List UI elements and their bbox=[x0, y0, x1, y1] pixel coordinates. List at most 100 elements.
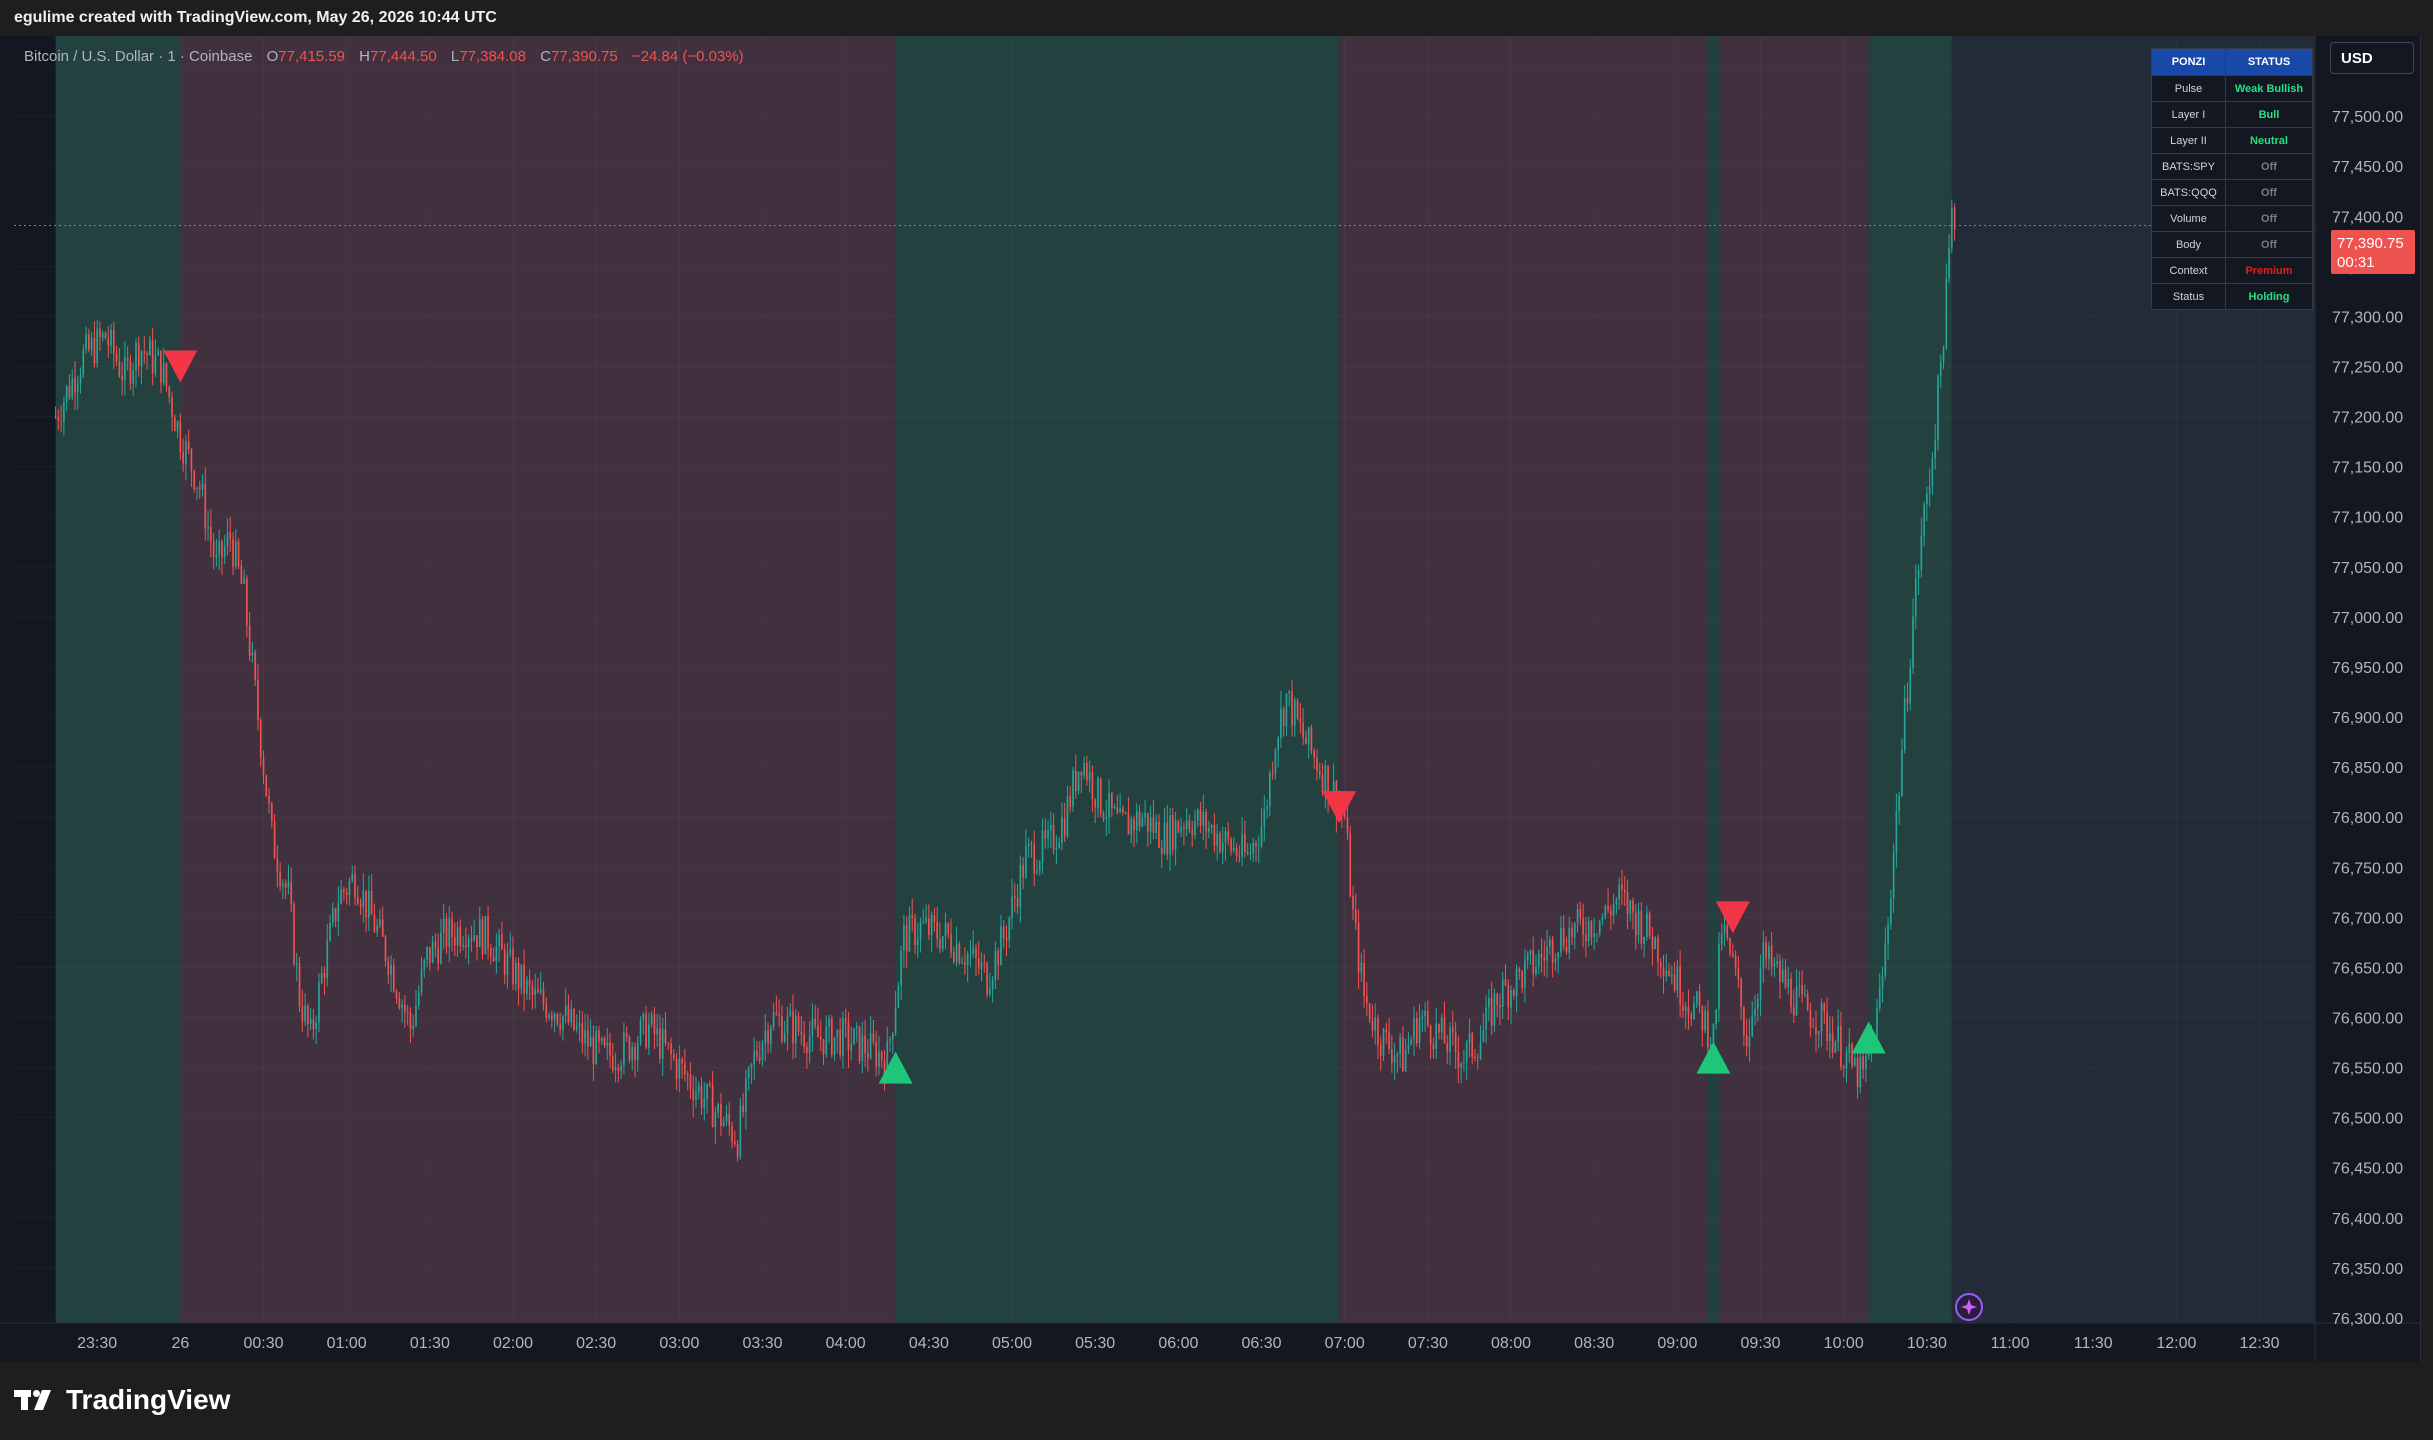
candle-body bbox=[1399, 1037, 1401, 1054]
price-tick-label: 77,250.00 bbox=[2332, 360, 2403, 377]
candle-body bbox=[1853, 1057, 1856, 1066]
candle-body bbox=[165, 363, 168, 387]
candle-body bbox=[323, 973, 326, 979]
candle-body bbox=[781, 1016, 783, 1042]
candle-body bbox=[1670, 975, 1673, 977]
candle-body bbox=[426, 947, 428, 960]
candle-body bbox=[1762, 942, 1765, 969]
candle-body bbox=[711, 1085, 714, 1128]
candle-body bbox=[997, 950, 999, 966]
time-tick-label: 08:30 bbox=[1574, 1335, 1614, 1352]
candle-body bbox=[1377, 1017, 1379, 1045]
price-tick-label: 77,400.00 bbox=[2332, 209, 2403, 226]
candle-body bbox=[717, 1104, 719, 1113]
candle-body bbox=[1008, 917, 1011, 940]
candle-body bbox=[806, 1046, 808, 1054]
candle-body bbox=[415, 1005, 417, 1026]
candle-body bbox=[797, 1015, 800, 1032]
candle-body bbox=[1820, 1003, 1823, 1032]
candle-body bbox=[459, 927, 462, 947]
candle-body bbox=[517, 963, 520, 989]
candle-body bbox=[689, 1074, 692, 1090]
candle-body bbox=[642, 1013, 645, 1021]
price-tick-label: 76,500.00 bbox=[2332, 1111, 2403, 1128]
price-tick-label: 77,500.00 bbox=[2332, 109, 2403, 126]
candle-body bbox=[312, 1019, 315, 1030]
time-tick-label: 02:00 bbox=[493, 1335, 533, 1352]
price-chart[interactable]: 77,550.0077,500.0077,450.0077,400.0077,3… bbox=[0, 36, 2420, 1362]
status-row-bats-spy: BATS:SPY Off bbox=[2151, 153, 2313, 180]
sparkle-assistant-icon[interactable] bbox=[1952, 1290, 1986, 1329]
candle-body bbox=[406, 1011, 409, 1013]
candle-body bbox=[553, 1013, 556, 1020]
candle-body bbox=[767, 1030, 769, 1044]
candle-body bbox=[1144, 812, 1146, 818]
candle-body bbox=[104, 332, 107, 339]
candle-body bbox=[1069, 796, 1072, 807]
candle-body bbox=[905, 924, 908, 952]
candle-body bbox=[1296, 700, 1299, 719]
price-tick-label: 76,600.00 bbox=[2332, 1011, 2403, 1028]
candle-body bbox=[1695, 991, 1698, 1004]
candle-body bbox=[861, 1035, 864, 1061]
tradingview-logo[interactable]: TradingView bbox=[14, 1384, 230, 1416]
candle-body bbox=[284, 883, 287, 888]
candle-body bbox=[1022, 865, 1024, 878]
candle-body bbox=[695, 1091, 697, 1101]
candle-body bbox=[661, 1029, 664, 1059]
price-tick-label: 77,150.00 bbox=[2332, 460, 2403, 477]
time-tick-label: 10:30 bbox=[1907, 1335, 1947, 1352]
candle-body bbox=[1665, 970, 1668, 976]
candle-body bbox=[85, 334, 87, 350]
currency-button[interactable]: USD bbox=[2330, 42, 2414, 74]
candle-body bbox=[1654, 937, 1657, 950]
candle-body bbox=[1765, 942, 1767, 960]
candle-body bbox=[348, 881, 351, 895]
candle-body bbox=[1779, 960, 1781, 982]
candle-body bbox=[753, 1050, 756, 1064]
candle-body bbox=[1185, 820, 1188, 829]
status-row-value: Off bbox=[2225, 179, 2313, 206]
candle-body bbox=[842, 1018, 844, 1056]
candle-body bbox=[728, 1113, 731, 1126]
chart-area[interactable]: 77,550.0077,500.0077,450.0077,400.0077,3… bbox=[0, 36, 2421, 1362]
candle-body bbox=[1787, 978, 1790, 988]
candle-body bbox=[575, 1026, 578, 1030]
candle-body bbox=[1227, 830, 1230, 840]
candle-body bbox=[983, 962, 986, 964]
candle-body bbox=[611, 1056, 614, 1071]
candle-body bbox=[207, 526, 209, 529]
time-tick-label: 06:30 bbox=[1242, 1335, 1282, 1352]
candle-body bbox=[950, 933, 952, 953]
candle-body bbox=[362, 890, 365, 908]
tradingview-logo-icon bbox=[14, 1390, 51, 1410]
candle-body bbox=[1507, 984, 1510, 1008]
candle-body bbox=[1729, 937, 1731, 954]
symbol-name[interactable]: Bitcoin / U.S. Dollar · 1 · Coinbase bbox=[24, 48, 252, 65]
candle-body bbox=[1183, 827, 1185, 829]
candle-body bbox=[814, 1018, 817, 1026]
candle-body bbox=[326, 940, 329, 979]
candle-body bbox=[1482, 1029, 1485, 1043]
candle-body bbox=[506, 953, 509, 975]
candle-body bbox=[733, 1141, 736, 1145]
candle-body bbox=[221, 541, 223, 558]
candle-body bbox=[636, 1043, 639, 1060]
candle-body bbox=[273, 821, 276, 859]
candle-body bbox=[587, 1029, 589, 1047]
candle-body bbox=[745, 1078, 747, 1112]
candle-body bbox=[398, 997, 401, 1008]
price-tick-label: 77,000.00 bbox=[2332, 610, 2403, 627]
candle-body bbox=[919, 922, 922, 939]
candle-body bbox=[847, 1022, 850, 1050]
candle-body bbox=[126, 357, 129, 361]
candle-body bbox=[171, 397, 173, 418]
candle-body bbox=[1937, 376, 1939, 441]
status-row-label: Layer I bbox=[2151, 101, 2226, 128]
candle-body bbox=[1862, 1056, 1864, 1069]
candle-body bbox=[304, 1005, 306, 1022]
candle-body bbox=[1199, 809, 1202, 826]
candle-body bbox=[928, 918, 930, 936]
close-value: 77,390.75 bbox=[551, 48, 618, 65]
candle-body bbox=[337, 903, 340, 921]
